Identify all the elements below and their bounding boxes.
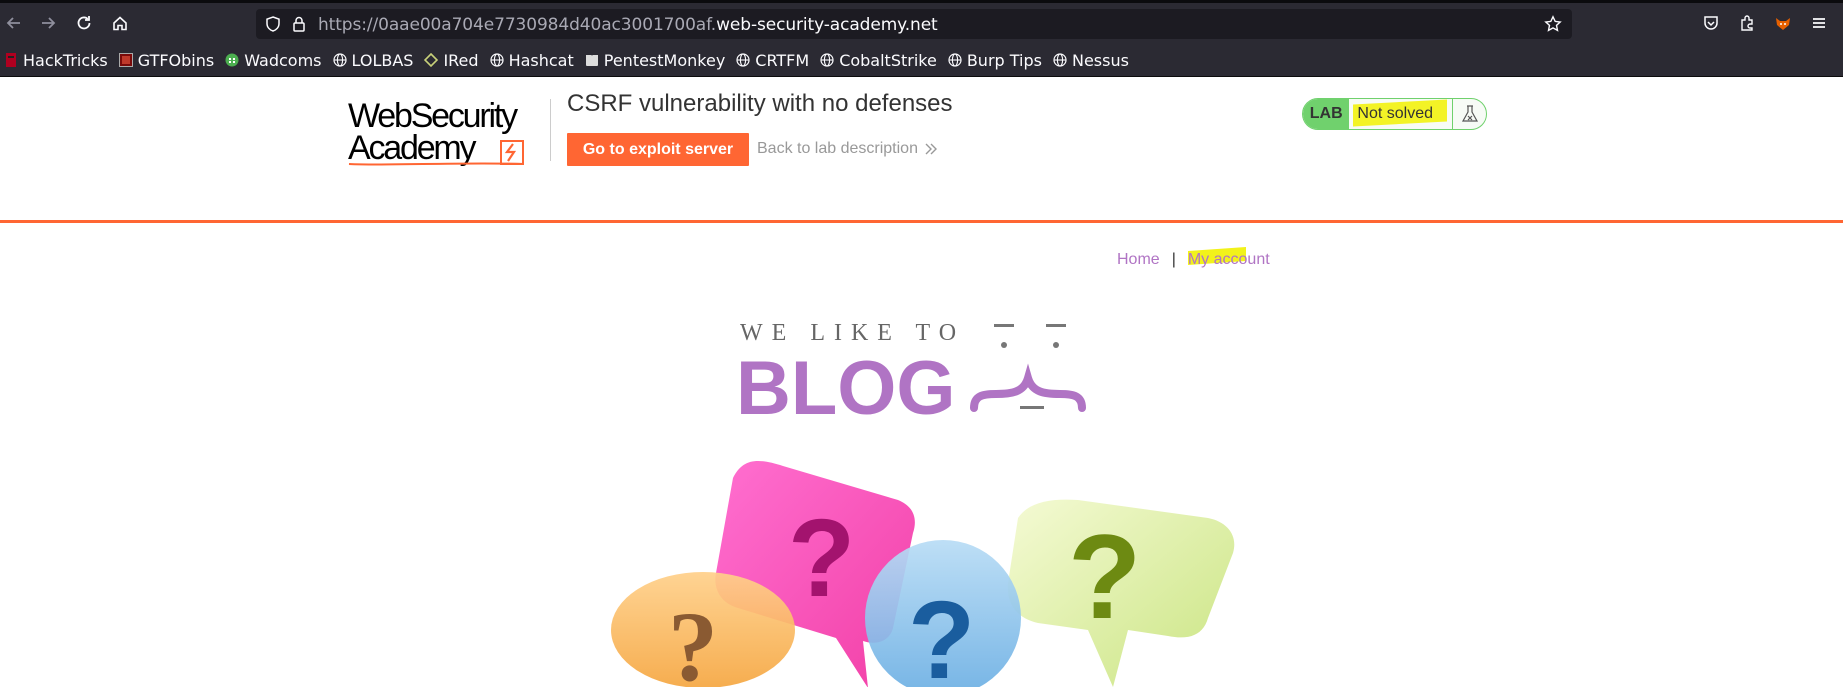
globe-icon	[736, 53, 750, 67]
lab-title: CSRF vulnerability with no defenses	[567, 90, 953, 117]
pocket-icon[interactable]	[1699, 11, 1723, 35]
web-security-academy-logo[interactable]: WebSecurity Academy	[348, 96, 546, 168]
book-icon	[585, 53, 599, 67]
logo-divider	[550, 99, 551, 161]
bookmark-label: CobaltStrike	[839, 50, 937, 70]
svg-text:?: ?	[668, 591, 718, 687]
browser-toolbar: https://0aae00a704e7730984d40ac3001700af…	[0, 3, 1843, 44]
we-like-to-blog-banner: WE LIKE TO BLOG	[736, 320, 1086, 420]
gtfobins-icon	[118, 53, 133, 67]
hacktricks-icon	[4, 53, 18, 67]
bookmark-label: Hashcat	[508, 50, 574, 70]
bookmark-label: Burp Tips	[966, 50, 1042, 70]
bookmark-crtfm[interactable]: CRTFM	[736, 51, 809, 70]
bookmark-nessus[interactable]: Nessus	[1053, 51, 1129, 70]
forward-arrow-icon[interactable]	[36, 11, 60, 35]
home-icon[interactable]	[108, 11, 132, 35]
bookmark-cobaltstrike[interactable]: CobaltStrike	[820, 51, 937, 70]
foxyproxy-icon[interactable]	[1771, 11, 1795, 35]
bookmark-gtfobins[interactable]: GTFObins	[118, 50, 215, 70]
bookmark-burp-tips[interactable]: Burp Tips	[948, 51, 1042, 70]
back-link-label: Back to lab description	[757, 140, 918, 157]
bookmark-hashcat[interactable]: Hashcat	[489, 50, 574, 70]
lab-status-text: Not solved	[1349, 99, 1452, 129]
ired-icon	[424, 53, 439, 67]
bookmark-label: GTFObins	[137, 50, 215, 70]
globe-icon	[820, 53, 834, 67]
bookmarks-toolbar: HackTricks GTFObins Wadcoms LOLBAS IRed Hashc…	[0, 44, 1843, 77]
url-text[interactable]: https://0aae00a704e7730984d40ac3001700af…	[318, 15, 938, 35]
bookmark-lolbas[interactable]: LOLBAS	[332, 50, 414, 70]
lab-status-widget: LAB Not solved	[1302, 98, 1487, 130]
menu-hamburger-icon[interactable]	[1807, 11, 1831, 35]
url-prefix: https://0aae00a704e7730984d40ac3001700af…	[318, 15, 717, 35]
globe-icon	[332, 53, 347, 67]
bookmark-label: CRTFM	[755, 50, 810, 70]
back-arrow-icon[interactable]	[2, 11, 26, 35]
url-domain: web-security-academy.net	[716, 15, 938, 35]
globe-icon	[489, 53, 504, 67]
url-bar[interactable]: https://0aae00a704e7730984d40ac3001700af…	[256, 9, 1572, 39]
lab-status-label: Not solved	[1357, 105, 1433, 122]
globe-icon	[948, 53, 962, 67]
bookmark-label: PentestMonkey	[603, 50, 726, 70]
svg-text:?: ?	[788, 497, 855, 620]
bookmark-label: Nessus	[1071, 50, 1129, 70]
nav-separator: |	[1171, 251, 1176, 268]
banner-blog-word: BLOG	[736, 346, 956, 420]
bookmark-wadcoms[interactable]: Wadcoms	[225, 50, 322, 70]
bookmark-label: IRed	[443, 50, 479, 70]
globe-icon	[1053, 53, 1067, 67]
lab-header: WebSecurity Academy CSRF vulnerability w…	[0, 77, 1843, 223]
bookmark-label: LOLBAS	[351, 50, 414, 70]
go-to-exploit-server-button[interactable]: Go to exploit server	[567, 133, 749, 166]
tracking-shield-icon[interactable]	[264, 15, 282, 38]
reload-icon[interactable]	[72, 11, 96, 35]
my-account-label: My account	[1187, 251, 1270, 268]
wadcoms-icon	[225, 53, 239, 67]
bookmark-pentestmonkey[interactable]: PentestMonkey	[585, 50, 726, 70]
bookmark-star-icon[interactable]	[1544, 15, 1562, 38]
svg-text:?: ?	[908, 579, 975, 687]
home-link[interactable]: Home	[1117, 251, 1160, 269]
double-chevron-right-icon	[925, 143, 937, 155]
svg-text:?: ?	[1068, 510, 1141, 644]
top-navigation: Home | My account	[1117, 246, 1270, 269]
bookmark-label: Wadcoms	[244, 50, 322, 70]
logo-line2: Academy	[348, 129, 477, 167]
my-account-link[interactable]: My account	[1187, 246, 1270, 269]
lab-badge: LAB	[1303, 99, 1350, 129]
bookmark-hacktricks[interactable]: HackTricks	[4, 51, 108, 70]
extensions-icon[interactable]	[1735, 11, 1759, 35]
bookmark-ired[interactable]: IRed	[424, 50, 479, 70]
question-bubbles-illustration: ? ? ? ?	[611, 461, 1235, 687]
flask-icon	[1452, 99, 1486, 129]
lock-icon[interactable]	[290, 15, 308, 38]
back-to-lab-description-link[interactable]: Back to lab description	[757, 140, 938, 158]
banner-tagline: WE LIKE TO	[740, 320, 965, 346]
bookmark-label: HackTricks	[23, 50, 108, 70]
